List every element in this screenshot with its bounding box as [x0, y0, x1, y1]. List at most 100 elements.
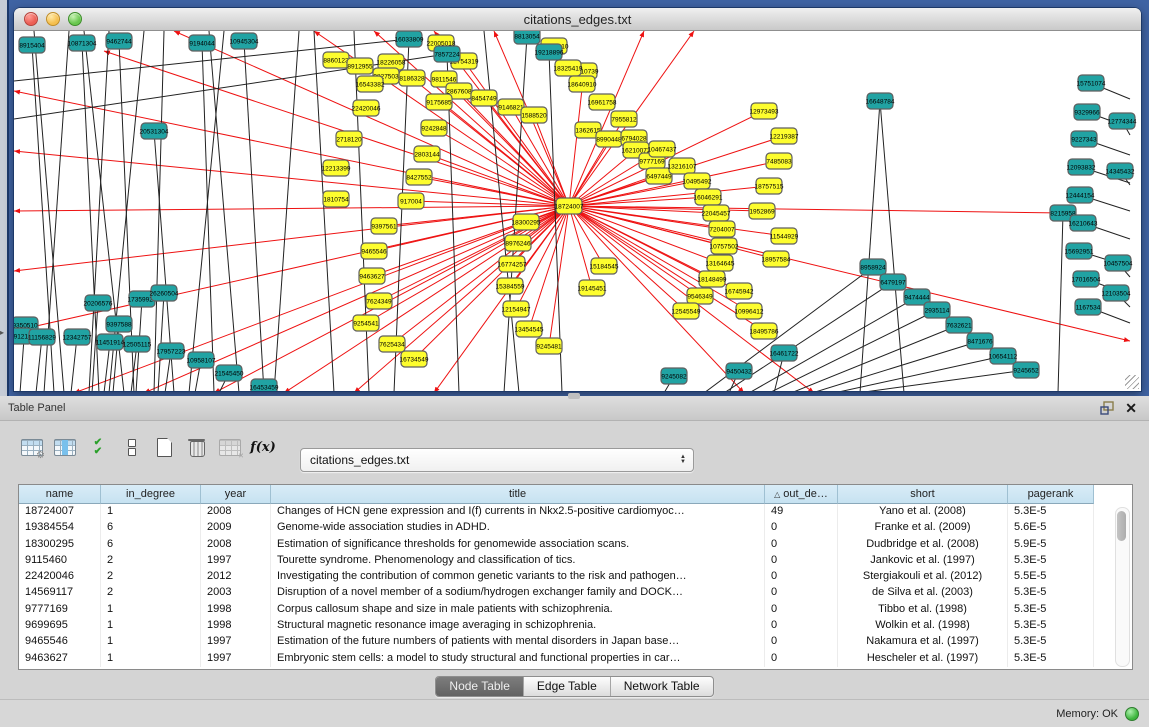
table-cell[interactable]: 9463627	[19, 651, 101, 667]
network-node[interactable]: 8186328	[399, 70, 425, 86]
network-node[interactable]: 9397561	[371, 218, 397, 234]
network-node[interactable]: 9242848	[421, 120, 447, 136]
table-cell[interactable]: Genome-wide association studies in ADHD.	[271, 520, 765, 536]
table-cell[interactable]: 1997	[201, 553, 271, 569]
network-node[interactable]: 21545450	[215, 365, 244, 381]
memory-status-icon[interactable]	[1125, 707, 1139, 721]
network-node[interactable]: 18957584	[762, 251, 791, 267]
network-node[interactable]: 8454749	[471, 90, 497, 106]
table-cell[interactable]: 22420046	[19, 569, 101, 585]
network-node[interactable]: 12444154	[1066, 187, 1095, 203]
network-node[interactable]: 917004	[398, 193, 424, 209]
table-cell[interactable]: 0	[765, 602, 838, 618]
network-node[interactable]: 20531304	[140, 123, 169, 139]
table-cell[interactable]: 49	[765, 504, 838, 520]
table-cell[interactable]: 2	[101, 585, 201, 601]
network-node[interactable]: 16745942	[725, 283, 754, 299]
table-cell[interactable]: 9777169	[19, 602, 101, 618]
network-node[interactable]: 10996412	[735, 303, 764, 319]
column-header-pagerank[interactable]: pagerank	[1008, 485, 1094, 504]
table-row[interactable]: 911546021997Tourette syndrome. Phenomeno…	[19, 553, 1132, 569]
network-node[interactable]: 8471676	[967, 333, 993, 349]
table-cell[interactable]: 5.3E-5	[1008, 504, 1094, 520]
network-node[interactable]: 9465546	[361, 243, 387, 259]
table-selector-dropdown[interactable]: citations_edges.txt ▲▼	[300, 448, 694, 472]
table-cell[interactable]: 19384554	[19, 520, 101, 536]
table-row[interactable]: 977716911998Corpus callosum shape and si…	[19, 602, 1132, 618]
delete-table-icon[interactable]	[183, 434, 211, 460]
network-node[interactable]: 9146821	[498, 99, 524, 115]
network-node[interactable]: 16461722	[770, 345, 799, 361]
rows-pair-icon[interactable]	[117, 434, 145, 460]
table-cell[interactable]: 0	[765, 553, 838, 569]
table-cell[interactable]: 2	[101, 553, 201, 569]
table-cell[interactable]: 9115460	[19, 553, 101, 569]
column-header-name[interactable]: name	[19, 485, 101, 504]
table-cell[interactable]: 5.9E-5	[1008, 537, 1094, 553]
network-node[interactable]: 11156829	[28, 329, 56, 345]
table-cell[interactable]: 1998	[201, 602, 271, 618]
network-node[interactable]: 18640910	[568, 76, 597, 92]
table-cell[interactable]: 0	[765, 585, 838, 601]
table-cell[interactable]: Investigating the contribution of common…	[271, 569, 765, 585]
table-row[interactable]: 2242004622012Investigating the contribut…	[19, 569, 1132, 585]
table-cell[interactable]: 9699695	[19, 618, 101, 634]
network-node[interactable]: 12545549	[672, 303, 701, 319]
table-cell[interactable]: Stergiakouli et al. (2012)	[838, 569, 1008, 585]
table-settings-icon[interactable]	[18, 434, 46, 460]
table-cell[interactable]: 18300295	[19, 537, 101, 553]
network-node[interactable]: 8427552	[406, 169, 432, 185]
table-cell[interactable]: Estimation of the future numbers of pati…	[271, 634, 765, 650]
table-cell[interactable]: Structural magnetic resonance image aver…	[271, 618, 765, 634]
network-node[interactable]: 18300295	[512, 214, 541, 230]
network-node[interactable]: 16648784	[866, 93, 895, 109]
table-cell[interactable]: Jankovic et al. (1997)	[838, 553, 1008, 569]
table-cell[interactable]: 9465546	[19, 634, 101, 650]
table-scrollbar[interactable]	[1115, 507, 1130, 667]
table-row[interactable]: 1456911722003Disruption of a novel membe…	[19, 585, 1132, 601]
network-node[interactable]: 9254541	[353, 315, 379, 331]
network-node[interactable]: 13454545	[515, 321, 544, 337]
network-node[interactable]: 16453459	[250, 379, 279, 391]
table-cell[interactable]: Changes of HCN gene expression and I(f) …	[271, 504, 765, 520]
table-cell[interactable]: 5.3E-5	[1008, 585, 1094, 601]
table-cell[interactable]: 5.3E-5	[1008, 651, 1094, 667]
network-node[interactable]: 7485083	[766, 153, 792, 169]
table-cell[interactable]: 1	[101, 651, 201, 667]
table-cell[interactable]: Disruption of a novel member of a sodium…	[271, 585, 765, 601]
table-row[interactable]: 1830029562008Estimation of significance …	[19, 537, 1132, 553]
table-cell[interactable]: 0	[765, 537, 838, 553]
network-node[interactable]: 17016504	[1072, 271, 1101, 287]
table-cell[interactable]: 5.3E-5	[1008, 602, 1094, 618]
network-node[interactable]: 9463627	[359, 268, 385, 284]
resize-grip[interactable]	[1125, 375, 1139, 389]
network-node[interactable]: 16543382	[356, 76, 385, 92]
column-header-out_de[interactable]: △out_de…	[765, 485, 838, 504]
new-table-icon[interactable]	[150, 434, 178, 460]
network-node[interactable]: 9245652	[1013, 362, 1039, 378]
table-cell[interactable]: Dudbridge et al. (2008)	[838, 537, 1008, 553]
network-node[interactable]: 12213399	[322, 160, 351, 176]
table-cell[interactable]: 14569117	[19, 585, 101, 601]
network-node[interactable]: 18325419	[554, 60, 583, 76]
table-cell[interactable]: 18724007	[19, 504, 101, 520]
select-rows-icon[interactable]: ✔ ✔	[84, 434, 112, 460]
network-node[interactable]: 22420046	[352, 100, 381, 116]
network-node[interactable]: 20206576	[84, 295, 113, 311]
function-icon[interactable]: f(x)	[249, 434, 277, 460]
network-node[interactable]: 13164645	[706, 255, 735, 271]
citation-network-graph[interactable]: 1872400788601238912955182260589827503818…	[14, 31, 1139, 391]
table-cell[interactable]: 2	[101, 569, 201, 585]
network-node[interactable]: 10467437	[648, 141, 677, 157]
table-cell[interactable]: Tibbo et al. (1998)	[838, 602, 1008, 618]
table-cell[interactable]: 1	[101, 634, 201, 650]
network-node[interactable]: 8990448	[596, 131, 622, 147]
network-node[interactable]: 1167534	[1075, 299, 1101, 315]
table-cell[interactable]: 1997	[201, 651, 271, 667]
table-cell[interactable]: 1	[101, 602, 201, 618]
table-cell[interactable]: Yano et al. (2008)	[838, 504, 1008, 520]
network-node[interactable]: 13216107	[668, 158, 697, 174]
network-node[interactable]: 10495492	[683, 173, 712, 189]
table-cell[interactable]: Tourette syndrome. Phenomenology and cla…	[271, 553, 765, 569]
table-cell[interactable]: 5.5E-5	[1008, 569, 1094, 585]
